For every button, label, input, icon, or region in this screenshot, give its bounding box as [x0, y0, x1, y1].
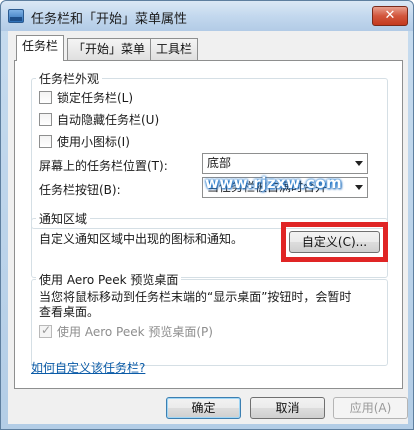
small-icons-checkbox[interactable] — [39, 135, 52, 148]
taskbar-appearance-title: 任务栏外观 — [36, 70, 103, 87]
tab-taskbar[interactable]: 任务栏 — [16, 35, 65, 61]
chevron-down-icon — [355, 161, 363, 166]
ok-button[interactable]: 确定 — [166, 397, 241, 419]
aero-peek-label: 使用 Aero Peek 预览桌面(P) — [57, 325, 213, 339]
title-bar[interactable]: 任务栏和「开始」菜单属性 ✕ — [1, 1, 413, 31]
window-title: 任务栏和「开始」菜单属性 — [31, 12, 188, 27]
tab-toolbars[interactable]: 工具栏 — [150, 38, 199, 60]
aero-peek-row[interactable]: 使用 Aero Peek 预览桌面(P) — [39, 323, 213, 339]
site-watermark: www.rjzxw.com — [205, 174, 343, 192]
autohide-taskbar-label: 自动隐藏任务栏(U) — [57, 113, 160, 127]
small-icons-label: 使用小图标(I) — [57, 135, 130, 149]
notification-description: 自定义通知区域中出现的图标和通知。 — [39, 232, 244, 246]
taskbar-app-icon — [8, 9, 24, 23]
dialog-client-area: 任务栏 「开始」菜单 工具栏 任务栏外观 锁定任务栏(L) 自动隐藏任务栏(U)… — [8, 31, 408, 424]
notification-area-title: 通知区域 — [36, 210, 91, 227]
autohide-taskbar-checkbox[interactable] — [39, 113, 52, 126]
taskbar-buttons-label: 任务栏按钮(B): — [39, 183, 121, 197]
tab-start-menu[interactable]: 「开始」菜单 — [67, 38, 152, 60]
lock-taskbar-label: 锁定任务栏(L) — [57, 91, 134, 105]
close-button[interactable]: ✕ — [372, 6, 408, 26]
small-icons-row[interactable]: 使用小图标(I) — [39, 133, 130, 149]
taskbar-position-value: 底部 — [207, 156, 232, 170]
autohide-taskbar-row[interactable]: 自动隐藏任务栏(U) — [39, 111, 159, 127]
lock-taskbar-row[interactable]: 锁定任务栏(L) — [39, 89, 133, 105]
apply-button[interactable]: 应用(A) — [333, 397, 408, 419]
properties-window: 任务栏和「开始」菜单属性 ✕ 任务栏 「开始」菜单 工具栏 任务栏外观 锁定任务… — [0, 0, 414, 430]
aero-peek-title: 使用 Aero Peek 预览桌面 — [36, 271, 182, 288]
aero-peek-checkbox[interactable] — [39, 323, 52, 338]
taskbar-tab-panel: 任务栏外观 锁定任务栏(L) 自动隐藏任务栏(U) 使用小图标(I) 屏幕上的任… — [14, 60, 403, 389]
cancel-button[interactable]: 取消 — [250, 397, 325, 419]
lock-taskbar-checkbox[interactable] — [39, 91, 52, 104]
help-link[interactable]: 如何自定义该任务栏? — [31, 359, 145, 376]
red-highlight-box — [281, 222, 388, 262]
chevron-down-icon — [355, 185, 363, 190]
aero-peek-description-line2: 查看桌面。 — [39, 305, 100, 319]
taskbar-position-select[interactable]: 底部 — [202, 153, 368, 174]
taskbar-position-label: 屏幕上的任务栏位置(T): — [39, 159, 168, 173]
